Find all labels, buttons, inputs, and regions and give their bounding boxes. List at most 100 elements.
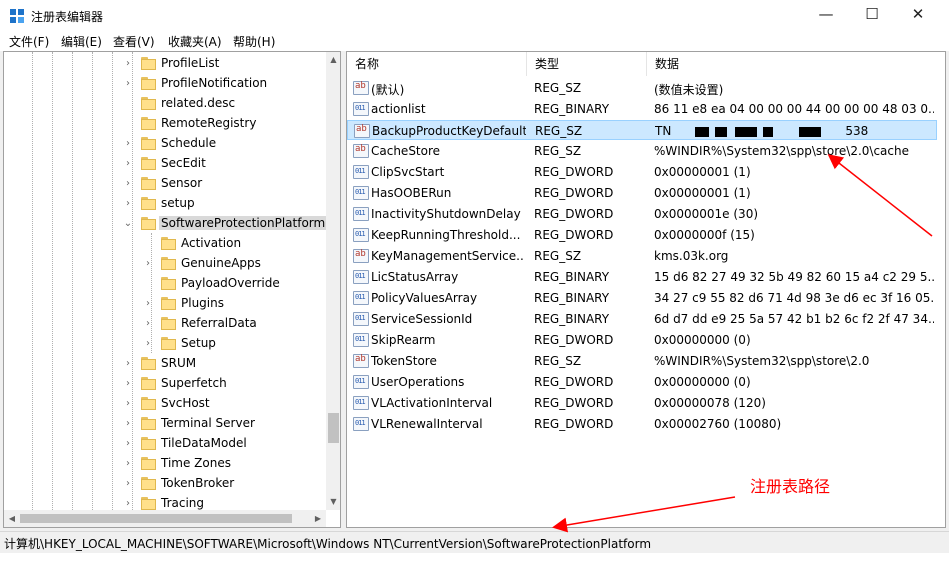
chevron-right-icon[interactable]: › [123,394,133,414]
close-button[interactable]: ✕ [895,0,941,31]
chevron-right-icon[interactable]: › [123,374,133,394]
scroll-thumb[interactable] [328,413,339,443]
value-row[interactable]: 011 ClipSvcStart REG_DWORD 0x00000001 (1) [347,162,937,182]
menu-help[interactable]: 帮助(H) [233,33,275,50]
minimize-button[interactable]: — [803,0,849,31]
key-tree[interactable]: › ProfileList › ProfileNotification related.… [3,51,341,528]
value-row[interactable]: 011 UserOperations REG_DWORD 0x00000000 (0) [347,372,937,392]
tree-node[interactable]: › SRUM [4,354,324,374]
chevron-right-icon[interactable]: › [143,314,153,334]
folder-icon [141,437,156,451]
value-row[interactable]: ab BackupProductKeyDefault REG_SZ TN 538 [347,120,937,140]
chevron-right-icon[interactable]: › [123,154,133,174]
binary-value-icon: 011 [353,375,369,389]
value-type: REG_DWORD [534,375,614,389]
value-row[interactable]: 011 VLActivationInterval REG_DWORD 0x000000… [347,393,937,413]
folder-icon [141,117,156,131]
column-header-data[interactable]: 数据 [647,52,937,76]
tree-node[interactable]: ⌄ SoftwareProtectionPlatform [4,214,328,234]
tree-node[interactable]: › TileDataModel [4,434,324,454]
chevron-right-icon[interactable]: › [123,434,133,454]
chevron-right-icon[interactable]: › [143,294,153,314]
tree-node-label: Schedule [161,136,217,150]
value-type: REG_DWORD [534,228,614,242]
chevron-right-icon[interactable]: › [123,74,133,94]
scroll-up-arrow-icon[interactable]: ▲ [326,52,340,68]
value-row[interactable]: 011 PolicyValuesArray REG_BINARY 34 27 c9 5… [347,288,937,308]
chevron-right-icon[interactable]: › [123,54,133,74]
value-data: 86 11 e8 ea 04 00 00 00 44 00 00 00 48 0… [654,102,934,116]
menu-file[interactable]: 文件(F) [9,33,49,50]
binary-value-icon: 011 [353,102,369,116]
scroll-thumb[interactable] [20,514,292,523]
tree-node[interactable]: › Superfetch [4,374,324,394]
tree-node[interactable]: › ProfileList [4,54,324,74]
value-row[interactable]: ab TokenStore REG_SZ %WINDIR%\System32\spp\… [347,351,937,371]
value-row[interactable]: 011 HasOOBERun REG_DWORD 0x00000001 (1) [347,183,937,203]
value-row[interactable]: ab CacheStore REG_SZ %WINDIR%\System32\spp\… [347,141,937,161]
tree-node[interactable]: PayloadOverride [4,274,324,294]
tree-node[interactable]: › Time Zones [4,454,324,474]
value-row[interactable]: 011 ServiceSessionId REG_BINARY 6d d7 dd e9… [347,309,937,329]
chevron-right-icon[interactable]: › [143,254,153,274]
tree-node-label: SoftwareProtectionPlatform [159,216,328,230]
tree-node[interactable]: › Sensor [4,174,324,194]
tree-node[interactable]: › setup [4,194,324,214]
tree-vertical-scrollbar[interactable]: ▲ ▼ [326,52,340,510]
tree-node[interactable]: › Setup [4,334,324,354]
tree-node[interactable]: Activation [4,234,324,254]
value-row[interactable]: 011 LicStatusArray REG_BINARY 15 d6 82 27 4… [347,267,937,287]
maximize-button[interactable]: ☐ [849,0,895,31]
tree-node[interactable]: › ReferralData [4,314,324,334]
folder-icon [141,357,156,371]
menu-view[interactable]: 查看(V) [113,33,155,50]
tree-node[interactable]: › GenuineApps [4,254,324,274]
chevron-right-icon[interactable]: › [123,414,133,434]
tree-node[interactable]: › ProfileNotification [4,74,324,94]
scroll-left-arrow-icon[interactable]: ◀ [4,510,20,527]
folder-icon [161,237,176,251]
chevron-right-icon[interactable]: › [123,174,133,194]
chevron-right-icon[interactable]: › [123,474,133,494]
value-data: 0x0000001e (30) [654,207,759,221]
value-data: %WINDIR%\System32\spp\store\2.0 [654,354,870,368]
value-row[interactable]: ab KeyManagementService... REG_SZ kms.03k.o… [347,246,937,266]
chevron-right-icon[interactable]: › [123,354,133,374]
value-row[interactable]: 011 InactivityShutdownDelay REG_DWORD 0x000… [347,204,937,224]
tree-node[interactable]: › SecEdit [4,154,324,174]
tree-node[interactable]: › Plugins [4,294,324,314]
tree-horizontal-scrollbar[interactable]: ◀ ▶ [4,510,326,527]
folder-icon [161,337,176,351]
column-header-type[interactable]: 类型 [527,52,647,76]
tree-node[interactable]: › TokenBroker [4,474,324,494]
value-row[interactable]: 011 actionlist REG_BINARY 86 11 e8 ea 04 00… [347,99,937,119]
tree-node[interactable]: › Schedule [4,134,324,154]
menu-edit[interactable]: 编辑(E) [61,33,102,50]
value-row[interactable]: 011 KeepRunningThreshold... REG_DWORD 0x000… [347,225,937,245]
tree-node[interactable]: RemoteRegistry [4,114,324,134]
chevron-down-icon[interactable]: ⌄ [123,214,133,234]
tree-node[interactable]: › SvcHost [4,394,324,414]
value-name: HasOOBERun [371,186,452,200]
chevron-right-icon[interactable]: › [123,194,133,214]
folder-icon [161,257,176,271]
chevron-right-icon[interactable]: › [143,334,153,354]
chevron-right-icon [143,274,153,294]
value-name: PolicyValuesArray [371,291,478,305]
tree-node[interactable]: › Terminal Server [4,414,324,434]
scroll-right-arrow-icon[interactable]: ▶ [310,510,326,527]
values-list[interactable]: 名称 类型 数据 ab (默认) REG_SZ (数值未设置) 011 actionlis… [346,51,946,528]
value-type: REG_DWORD [534,396,614,410]
chevron-right-icon[interactable]: › [123,454,133,474]
value-name: BackupProductKeyDefault [372,124,526,138]
value-row[interactable]: 011 VLRenewalInterval REG_DWORD 0x00002760 … [347,414,937,434]
chevron-right-icon[interactable]: › [123,134,133,154]
value-row[interactable]: ab (默认) REG_SZ (数值未设置) [347,78,937,98]
tree-node[interactable]: related.desc [4,94,324,114]
menu-favorites[interactable]: 收藏夹(A) [168,33,222,50]
column-header-name[interactable]: 名称 [347,52,527,76]
title-bar: 注册表编辑器 — ☐ ✕ [0,0,949,31]
status-bar: 计算机\HKEY_LOCAL_MACHINE\SOFTWARE\Microsof… [0,531,949,553]
value-row[interactable]: 011 SkipRearm REG_DWORD 0x00000000 (0) [347,330,937,350]
scroll-down-arrow-icon[interactable]: ▼ [326,494,340,510]
